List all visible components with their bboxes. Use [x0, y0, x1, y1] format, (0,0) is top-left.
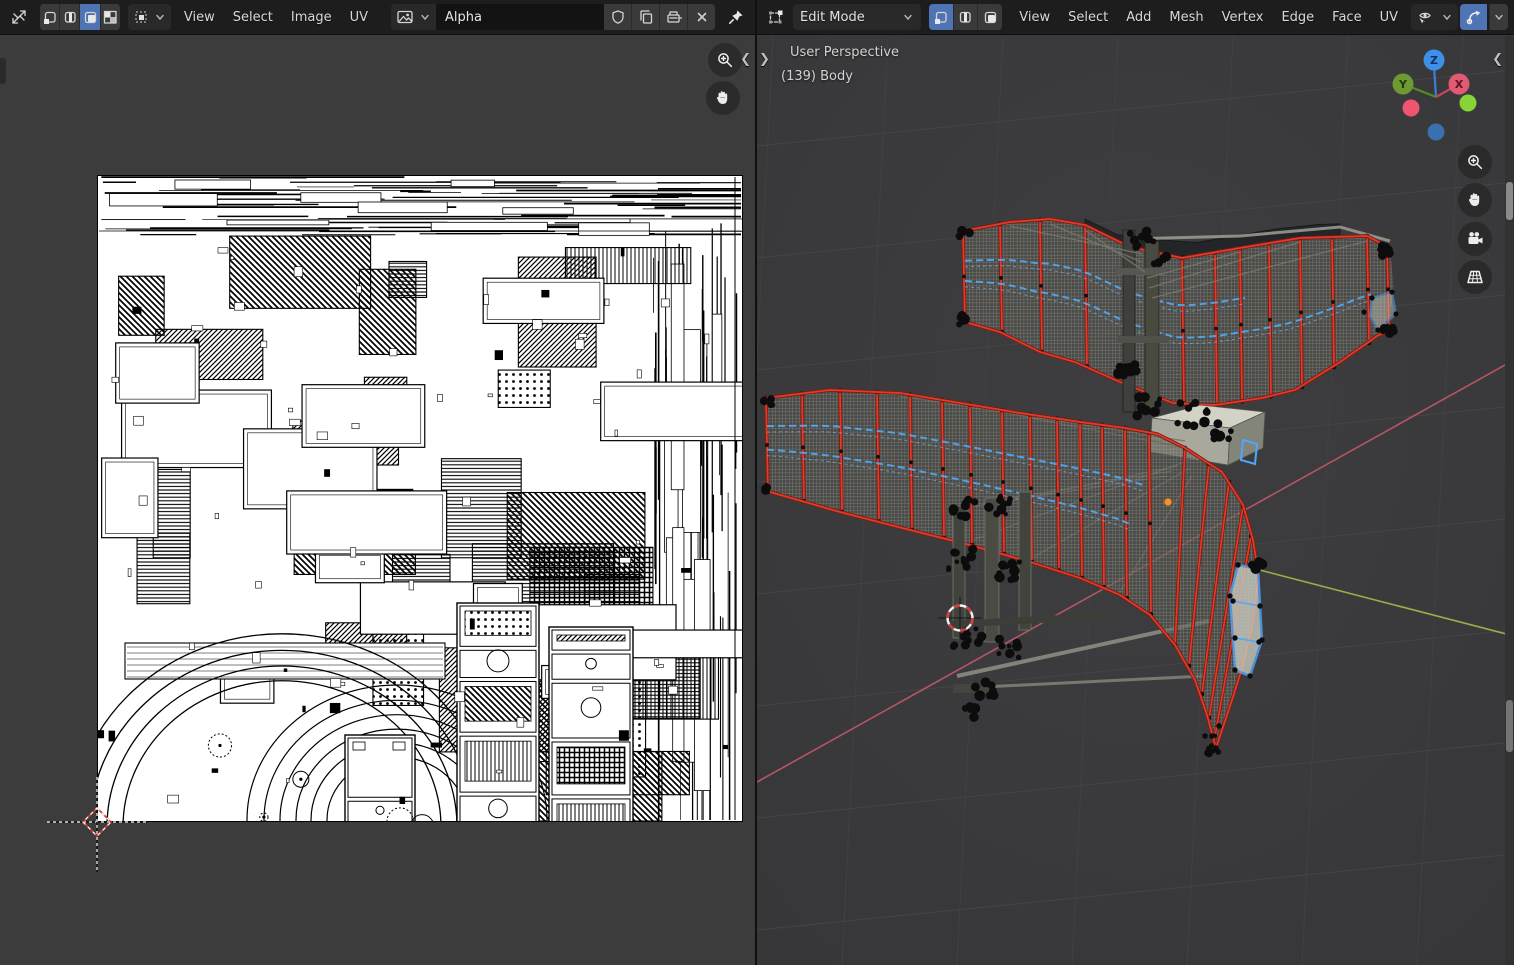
zoom-icon [1465, 152, 1485, 172]
pan-button[interactable] [1458, 183, 1492, 217]
duplicate-icon [638, 9, 654, 25]
zoom-button[interactable] [708, 43, 742, 77]
image-browse-button[interactable] [391, 4, 436, 30]
svg-text:Z: Z [1430, 54, 1438, 67]
mode-label: Edit Mode [800, 10, 865, 25]
menu-select[interactable]: Select [224, 7, 282, 28]
menu-uv[interactable]: UV [1371, 7, 1407, 28]
viewport-sidebar-toggle-arrow[interactable]: ❮ [1492, 52, 1503, 68]
uv-sidebar-toggle-arrow[interactable]: ❮ [740, 52, 751, 68]
menu-uv[interactable]: UV [341, 7, 377, 28]
toggle-perspective-button[interactable] [1458, 260, 1492, 294]
uv-face-select[interactable] [79, 4, 99, 30]
chevron-down-icon [1493, 11, 1505, 23]
editor-type-button[interactable] [763, 4, 789, 30]
navigation-gizmo[interactable]: Z X Y [1386, 44, 1490, 148]
unlink-image-button[interactable] [687, 4, 715, 30]
show-gizmos-toggle[interactable] [1460, 4, 1487, 30]
unpack-image-button[interactable] [659, 4, 687, 30]
uv-selection-mode-group [40, 4, 120, 30]
uv-editor-icon [10, 8, 28, 26]
gizmos-dropdown[interactable] [1489, 4, 1508, 30]
pin-button[interactable] [723, 4, 749, 30]
gizmo-icon [1465, 8, 1483, 26]
mesh-select-mode-group [929, 4, 1003, 30]
mesh-face-select[interactable] [977, 4, 1002, 30]
zoom-icon [715, 50, 735, 70]
menu-face[interactable]: Face [1323, 7, 1370, 28]
viewport-header: Edit Mode ViewSelectAddMeshVertexEdgeFac… [757, 0, 1514, 35]
camera-view-button[interactable] [1458, 222, 1492, 256]
viewport-toolbar-toggle-arrow[interactable]: ❯ [759, 52, 770, 68]
chevron-down-icon [154, 11, 166, 23]
zoom-button[interactable] [1458, 145, 1492, 179]
viewport-scene[interactable] [757, 36, 1514, 965]
uv-2d-cursor[interactable] [42, 767, 152, 877]
menu-edge[interactable]: Edge [1272, 7, 1323, 28]
fake-user-button[interactable] [604, 4, 631, 30]
3d-viewport: Edit Mode ViewSelectAddMeshVertexEdgeFac… [757, 0, 1514, 965]
uv-menubar: ViewSelectImageUV [175, 7, 377, 28]
uv-editor-region[interactable]: ❮ [0, 36, 755, 965]
chevron-down-icon [419, 11, 431, 23]
pin-icon [727, 8, 745, 26]
edit-mode-cube-icon [767, 8, 785, 26]
uv-image-editor: ViewSelectImageUV Alpha [0, 0, 755, 965]
active-object-label: (139) Body [781, 69, 853, 84]
uv-island-select[interactable] [100, 4, 120, 30]
menu-add[interactable]: Add [1117, 7, 1160, 28]
viewport-region[interactable]: ❯ User Perspective (139) Body Z X Y ❮ [757, 36, 1514, 965]
editor-type-button[interactable] [6, 4, 32, 30]
chevron-down-icon [1441, 11, 1453, 23]
mesh-edge-select[interactable] [953, 4, 978, 30]
pan-button[interactable] [706, 81, 740, 115]
menu-mesh[interactable]: Mesh [1160, 7, 1212, 28]
close-icon [695, 10, 709, 24]
hand-icon [1465, 190, 1485, 210]
menu-view[interactable]: View [1010, 7, 1059, 28]
menu-vertex[interactable]: Vertex [1213, 7, 1273, 28]
blender-window: ViewSelectImageUV Alpha [0, 0, 1514, 965]
image-action-group [604, 4, 715, 30]
hand-icon [713, 88, 733, 108]
mesh-vertex-select[interactable] [929, 4, 953, 30]
svg-text:Y: Y [1398, 78, 1408, 91]
camera-icon [1465, 230, 1485, 248]
uv-edge-select[interactable] [59, 4, 79, 30]
uv-editor-header: ViewSelectImageUV Alpha [0, 0, 755, 35]
scrollbar-thumb[interactable] [1506, 700, 1513, 752]
perspective-grid-icon [1465, 268, 1485, 286]
menu-select[interactable]: Select [1059, 7, 1117, 28]
viewport-menubar: ViewSelectAddMeshVertexEdgeFaceUV [1010, 7, 1407, 28]
image-browse-icon [396, 9, 414, 25]
scrollbar-thumb[interactable] [1506, 182, 1513, 220]
svg-text:X: X [1455, 78, 1464, 91]
image-name-field[interactable]: Alpha [436, 4, 604, 30]
mode-dropdown[interactable]: Edit Mode [793, 4, 921, 30]
duplicate-image-button[interactable] [631, 4, 659, 30]
uv-vertex-select[interactable] [40, 4, 59, 30]
uv-image-canvas[interactable] [97, 175, 743, 822]
uv-toolbar-tab[interactable] [0, 58, 6, 84]
unpack-icon [665, 9, 683, 25]
shield-icon [610, 9, 626, 25]
sticky-selection-dropdown[interactable] [128, 4, 171, 30]
perspective-label: User Perspective [790, 45, 899, 60]
chevron-down-icon [902, 11, 914, 23]
sticky-selection-icon [133, 9, 149, 25]
menu-view[interactable]: View [175, 7, 224, 28]
menu-image[interactable]: Image [282, 7, 341, 28]
editor-divider[interactable] [755, 0, 757, 965]
region-scrollbar[interactable] [1505, 36, 1514, 965]
object-type-visibility-dropdown[interactable] [1411, 4, 1458, 30]
object-visibility-icon [1416, 9, 1436, 26]
